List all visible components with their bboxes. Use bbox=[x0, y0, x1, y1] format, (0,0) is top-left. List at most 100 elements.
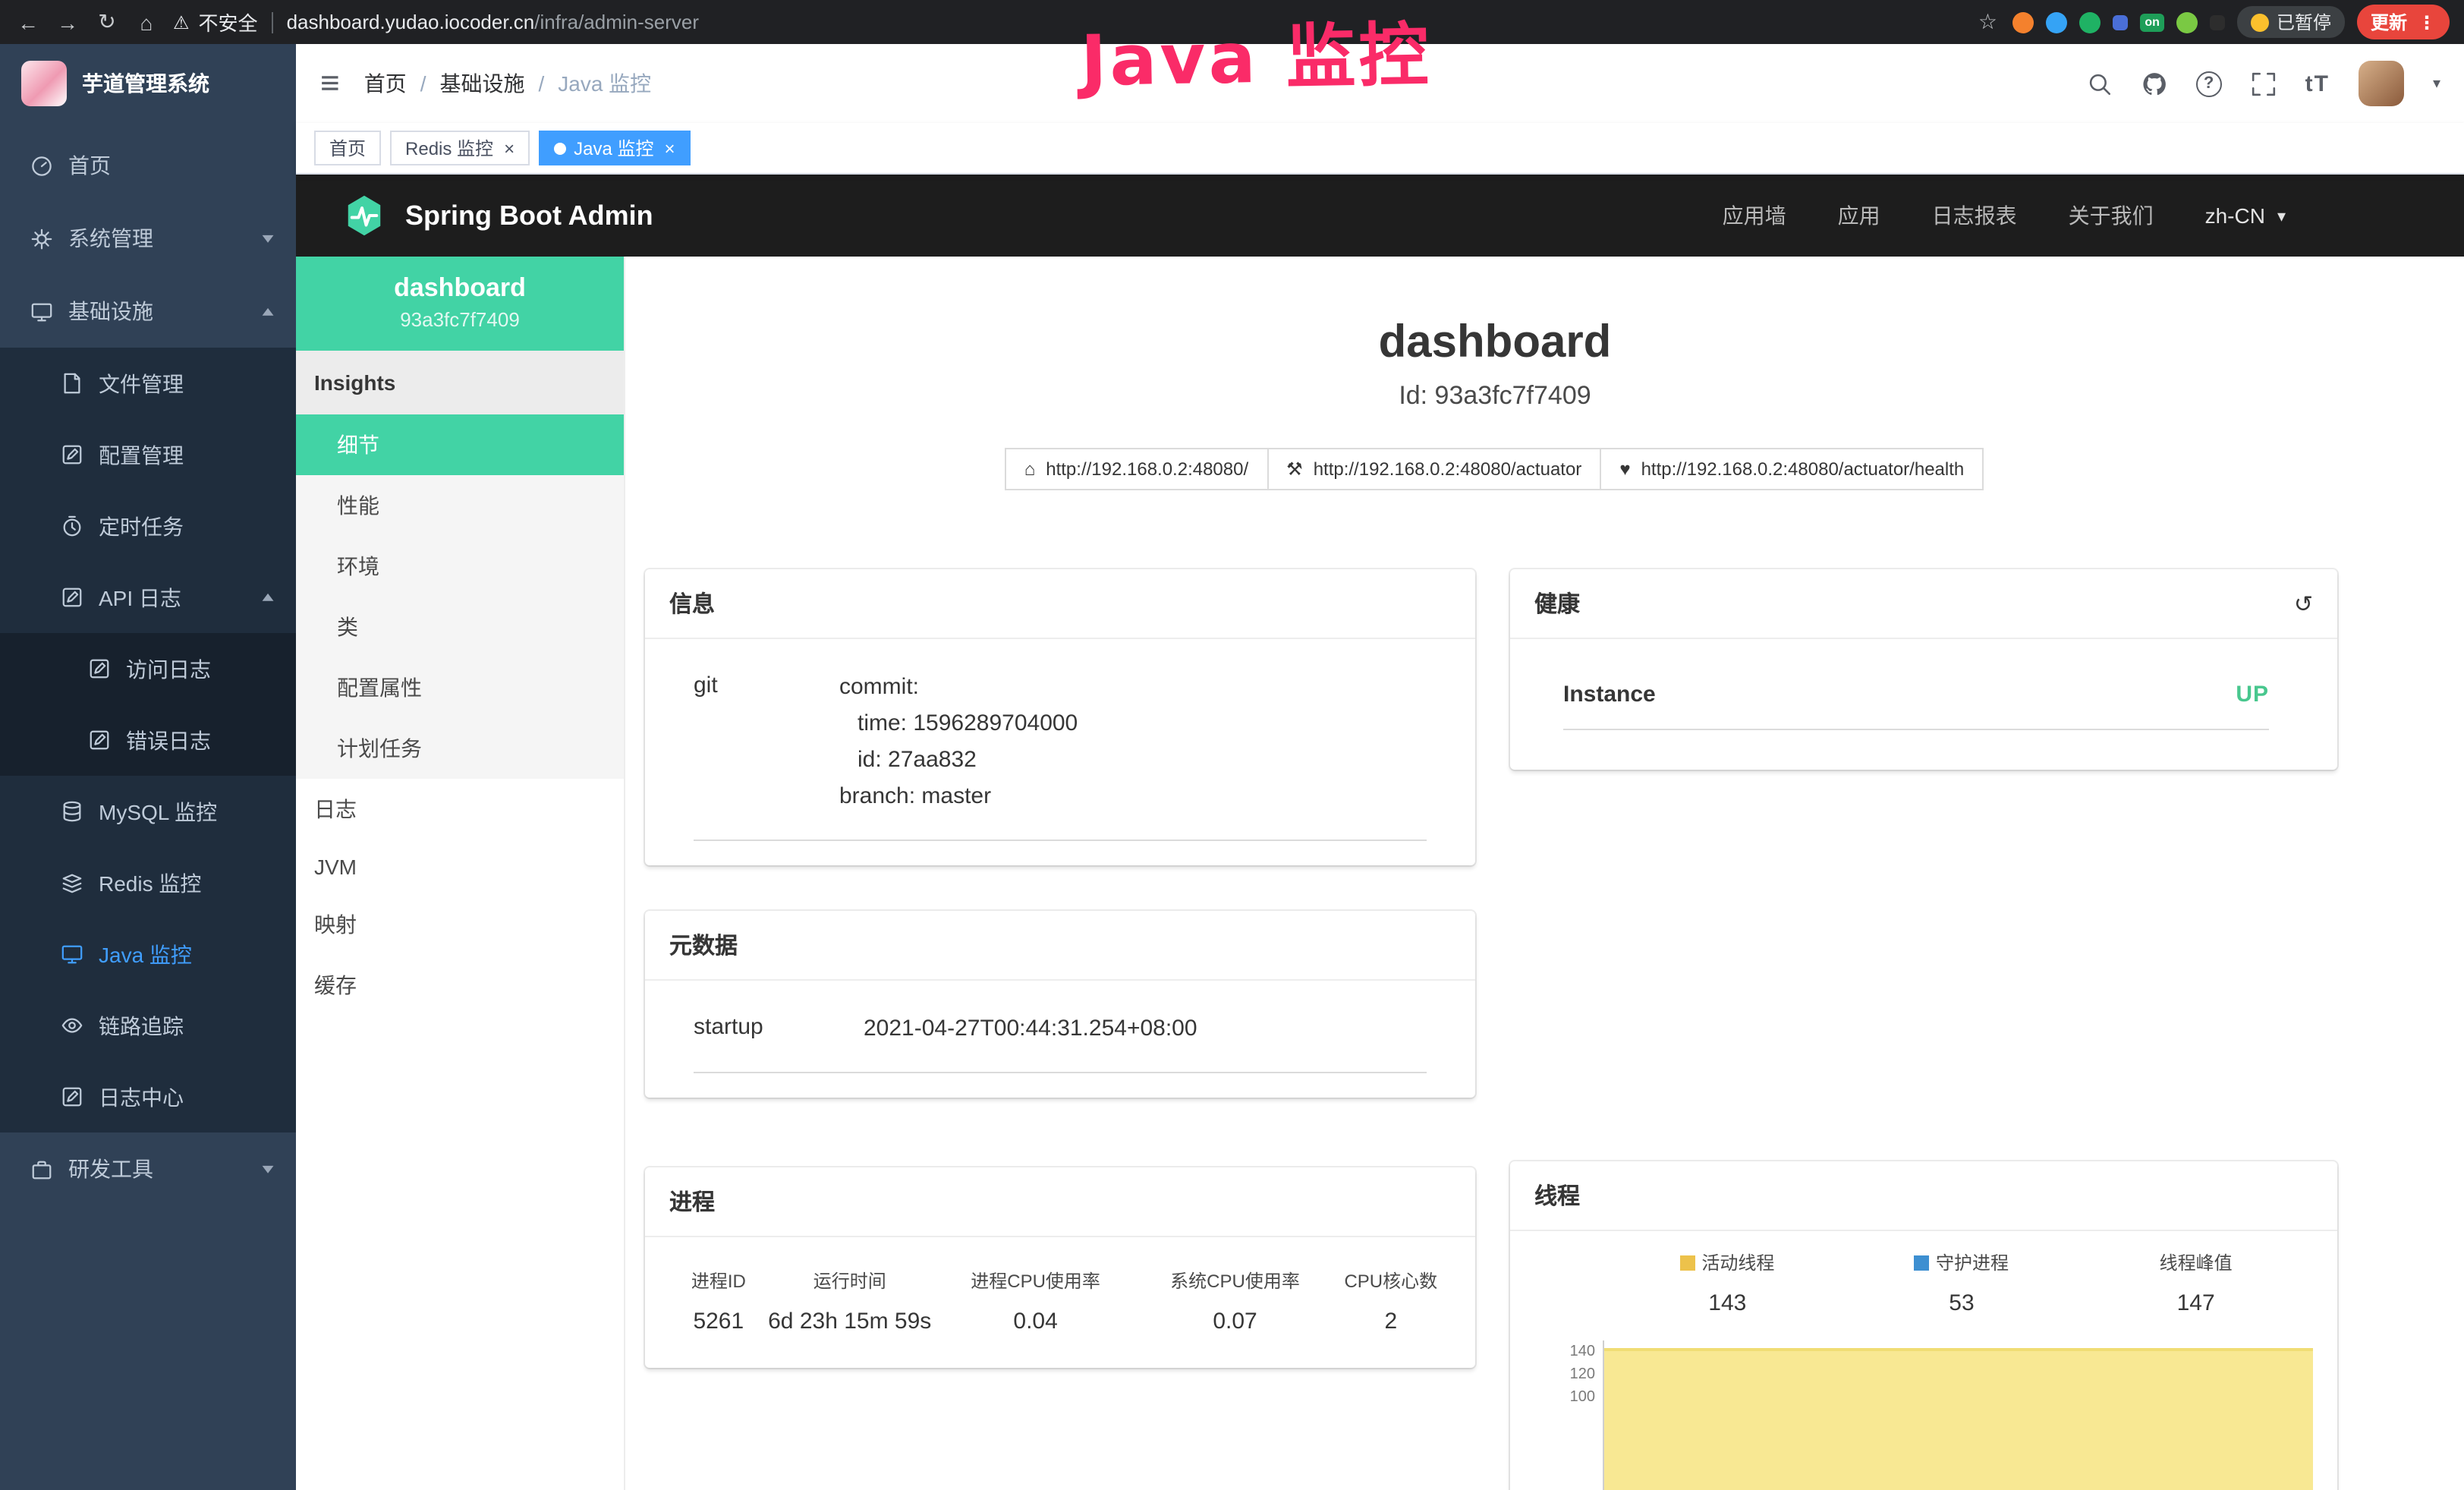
close-tab-icon[interactable]: × bbox=[504, 137, 515, 159]
metadata-key: startup bbox=[694, 1011, 864, 1047]
sidebar-item-home[interactable]: 首页 bbox=[0, 129, 296, 202]
search-icon[interactable] bbox=[2087, 71, 2113, 96]
paused-label: 已暂停 bbox=[2277, 9, 2331, 35]
sba-item-metrics[interactable]: 性能 bbox=[296, 475, 624, 536]
sidebar-item-dev-tools[interactable]: 研发工具 ▾ bbox=[0, 1132, 296, 1205]
actuator-url-link[interactable]: ⚒ http://192.168.0.2:48080/actuator bbox=[1267, 448, 1601, 490]
column-header: 系统CPU使用率 bbox=[1139, 1268, 1330, 1293]
font-size-icon[interactable]: tT bbox=[2305, 71, 2330, 96]
legend-value: 143 bbox=[1610, 1290, 1845, 1316]
breadcrumb-item[interactable]: 基础设施 bbox=[439, 68, 524, 99]
sba-item-config-props[interactable]: 配置属性 bbox=[296, 657, 624, 718]
sidebar-item-error-log[interactable]: 错误日志 bbox=[0, 704, 296, 776]
locale-select[interactable]: zh-CN ▾ bbox=[2205, 203, 2286, 228]
legend-live-threads: 活动线程 143 bbox=[1610, 1249, 1845, 1316]
extension-drop-icon[interactable] bbox=[2046, 11, 2067, 33]
home-icon[interactable]: ⌂ bbox=[134, 10, 159, 34]
sidebar-item-system-mgmt[interactable]: 系统管理 ▾ bbox=[0, 202, 296, 275]
sba-item-caches[interactable]: 缓存 bbox=[296, 955, 624, 1016]
process-card: 进程 进程ID 5261 bbox=[645, 1167, 1475, 1368]
sba-item-scheduled-tasks[interactable]: 计划任务 bbox=[296, 718, 624, 779]
breadcrumb: 首页 / 基础设施 / Java 监控 bbox=[364, 68, 652, 99]
extension-leaf-icon[interactable] bbox=[2176, 11, 2198, 33]
tab-java-monitor[interactable]: Java 监控 × bbox=[539, 131, 690, 165]
sidebar-item-log-center[interactable]: 日志中心 bbox=[0, 1061, 296, 1132]
forward-icon[interactable]: → bbox=[55, 10, 80, 34]
legend-swatch-blue bbox=[1915, 1255, 1930, 1270]
sba-nav-journal[interactable]: 日志报表 bbox=[1932, 200, 2017, 231]
sidebar-item-label: Redis 监控 bbox=[99, 868, 272, 898]
avatar[interactable] bbox=[2359, 61, 2404, 106]
breadcrumb-item[interactable]: 首页 bbox=[364, 68, 407, 99]
sba-nav-wallboard[interactable]: 应用墙 bbox=[1723, 200, 1786, 231]
close-tab-icon[interactable]: × bbox=[664, 137, 675, 159]
sba-brand[interactable]: Spring Boot Admin bbox=[341, 193, 653, 238]
sba-item-classes[interactable]: 类 bbox=[296, 597, 624, 657]
sidebar-item-api-log[interactable]: API 日志 ▴ bbox=[0, 562, 296, 633]
warning-icon: ⚠ bbox=[173, 11, 190, 33]
sba-nav-applications[interactable]: 应用 bbox=[1838, 200, 1880, 231]
sidebar-item-mysql-monitor[interactable]: MySQL 监控 bbox=[0, 776, 296, 847]
kebab-menu-icon[interactable]: ⋮ bbox=[2418, 11, 2436, 33]
cell-value: 6d 23h 15m 59s bbox=[768, 1309, 932, 1334]
caret-down-icon[interactable]: ▾ bbox=[2433, 75, 2440, 92]
extension-green-icon[interactable] bbox=[2079, 11, 2101, 33]
sidebar-item-access-log[interactable]: 访问日志 bbox=[0, 633, 296, 704]
card-header: 线程 bbox=[1510, 1161, 2337, 1231]
page-title: dashboard bbox=[625, 317, 2365, 369]
health-url-link[interactable]: ♥ http://192.168.0.2:48080/actuator/heal… bbox=[1600, 448, 1984, 490]
extension-fox-icon[interactable] bbox=[2012, 11, 2034, 33]
help-icon[interactable]: ? bbox=[2196, 71, 2222, 96]
home-icon: ⌂ bbox=[1024, 458, 1036, 480]
github-icon[interactable] bbox=[2141, 71, 2167, 96]
cards-grid: 信息 git commit: time: 1596289704000 bbox=[645, 569, 2365, 1490]
card-body: 活动线程 143 守护进程 bbox=[1510, 1231, 2337, 1490]
legend-peak-threads: 线程峰值 147 bbox=[2079, 1249, 2313, 1316]
reload-icon[interactable]: ↻ bbox=[94, 9, 120, 35]
sidebar-item-file-mgmt[interactable]: 文件管理 bbox=[0, 348, 296, 419]
card-title: 线程 bbox=[1534, 1180, 1580, 1211]
sidebar-item-config-mgmt[interactable]: 配置管理 bbox=[0, 419, 296, 490]
service-url-link[interactable]: ⌂ http://192.168.0.2:48080/ bbox=[1005, 448, 1268, 490]
sba-nav-about[interactable]: 关于我们 bbox=[2069, 200, 2154, 231]
sba-item-environment[interactable]: 环境 bbox=[296, 536, 624, 597]
history-icon[interactable]: ↺ bbox=[2294, 590, 2313, 617]
back-icon[interactable]: ← bbox=[15, 10, 41, 34]
hamburger-icon[interactable]: ≡ bbox=[320, 67, 340, 100]
sidebar-item-java-monitor[interactable]: Java 监控 bbox=[0, 918, 296, 990]
extension-on-badge[interactable]: on bbox=[2140, 13, 2164, 31]
monitor-icon bbox=[30, 300, 53, 323]
instance-health-row: Instance UP bbox=[1563, 669, 2269, 730]
sba-body: dashboard 93a3fc7f7409 Insights 细节 性能 环境… bbox=[296, 257, 2464, 1490]
app-logo-row[interactable]: 芋道管理系统 bbox=[0, 44, 296, 123]
extension-grid-icon[interactable] bbox=[2113, 14, 2128, 30]
update-button[interactable]: 更新 ⋮ bbox=[2357, 5, 2450, 39]
sba-item-logs[interactable]: 日志 bbox=[296, 779, 624, 840]
fullscreen-icon[interactable] bbox=[2251, 71, 2277, 96]
tab-home[interactable]: 首页 bbox=[314, 131, 381, 165]
metadata-value: 2021-04-27T00:44:31.254+08:00 bbox=[864, 1011, 1197, 1047]
legend-value: 53 bbox=[1845, 1290, 2079, 1316]
sidebar-item-trace[interactable]: 链路追踪 bbox=[0, 990, 296, 1061]
edit-icon bbox=[61, 443, 83, 466]
extension-puzzle-icon[interactable] bbox=[2210, 14, 2225, 30]
cell-value: 0.04 bbox=[932, 1309, 1140, 1334]
security-indicator[interactable]: ⚠ 不安全 bbox=[173, 8, 258, 36]
sba-item-details[interactable]: 细节 bbox=[296, 414, 624, 475]
eye-icon bbox=[61, 1014, 83, 1037]
app-frame: 芋道管理系统 首页 系统管理 ▾ 基础设施 ▴ bbox=[0, 44, 2464, 1490]
cell-value: 2 bbox=[1331, 1309, 1451, 1334]
address-bar[interactable]: dashboard.yudao.iocoder.cn/infra/admin-s… bbox=[287, 11, 699, 33]
sba-nav-menu: 应用墙 应用 日志报表 关于我们 zh-CN ▾ bbox=[1723, 200, 2464, 231]
sba-item-mappings[interactable]: 映射 bbox=[296, 894, 624, 955]
screen: ← → ↻ ⌂ ⚠ 不安全 dashboard.yudao.iocoder.cn… bbox=[0, 0, 2464, 1490]
tab-redis-monitor[interactable]: Redis 监控 × bbox=[390, 131, 530, 165]
y-axis-tick: 120 bbox=[1534, 1363, 1595, 1386]
paused-badge[interactable]: 已暂停 bbox=[2237, 6, 2345, 38]
star-icon[interactable]: ☆ bbox=[1975, 9, 2000, 35]
sidebar-item-redis-monitor[interactable]: Redis 监控 bbox=[0, 847, 296, 918]
instance-header[interactable]: dashboard 93a3fc7f7409 bbox=[296, 257, 624, 351]
sidebar-item-scheduled-tasks[interactable]: 定时任务 bbox=[0, 490, 296, 562]
sba-item-jvm[interactable]: JVM bbox=[296, 840, 624, 894]
sidebar-item-infrastructure[interactable]: 基础设施 ▴ bbox=[0, 275, 296, 348]
